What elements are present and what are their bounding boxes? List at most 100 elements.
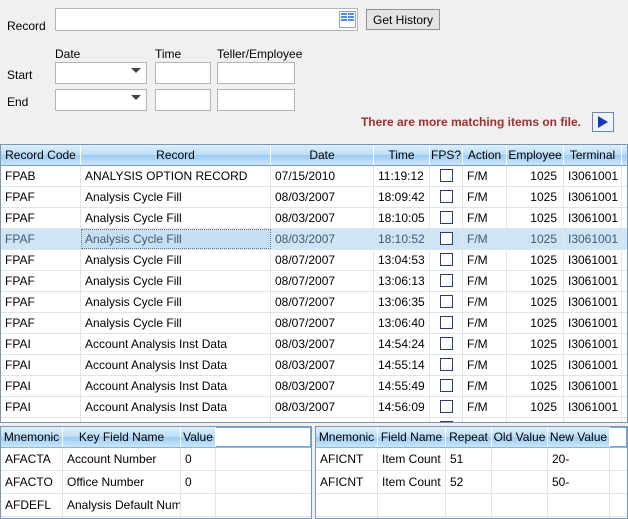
cell-code[interactable]: FPAF	[1, 208, 81, 228]
column-header-action[interactable]: Action	[463, 145, 507, 165]
cell-record[interactable]: ANALYSIS OPTION RECORD	[81, 166, 271, 186]
cell-code[interactable]: FPAB	[1, 166, 81, 186]
cell-record[interactable]: Account Analysis Inst Data	[81, 397, 271, 417]
cell-code[interactable]: FPAF	[1, 187, 81, 207]
cell-terminal[interactable]: I3061001	[564, 166, 622, 186]
key-cell-extra[interactable]	[216, 448, 311, 470]
change-row[interactable]: AFICNT Item Count 51 20-	[316, 448, 627, 471]
key-cell-mnemonic[interactable]: AFDEFL	[1, 494, 63, 516]
fps-checkbox[interactable]	[439, 295, 453, 308]
cell-action[interactable]: F/M	[463, 208, 507, 228]
change-cell-repeat[interactable]: 51	[446, 448, 492, 470]
cell-date[interactable]: 08/07/2007	[271, 313, 374, 333]
fps-checkbox[interactable]	[439, 316, 453, 329]
change-cell-repeat[interactable]	[446, 494, 492, 516]
cell-time[interactable]: 14:56:59	[374, 418, 430, 422]
change-cell-old[interactable]	[492, 494, 548, 516]
cell-extra[interactable]	[622, 187, 627, 207]
cell-fps[interactable]	[430, 355, 463, 375]
cell-action[interactable]: F/M	[463, 187, 507, 207]
cell-fps[interactable]	[430, 397, 463, 417]
cell-action[interactable]: F/M	[463, 397, 507, 417]
key-cell-mnemonic[interactable]: AFACTA	[1, 448, 63, 470]
cell-record[interactable]: Analysis Cycle Fill	[81, 313, 271, 333]
cell-date[interactable]: 08/03/2007	[271, 187, 374, 207]
cell-employee[interactable]: 1025	[507, 208, 564, 228]
get-history-button[interactable]: Get History	[366, 9, 440, 30]
change-cell-extra[interactable]	[610, 494, 627, 516]
fps-checkbox[interactable]	[439, 211, 453, 224]
cell-fps[interactable]	[430, 208, 463, 228]
cell-extra[interactable]	[622, 208, 627, 228]
change-cell-new[interactable]: 50-	[548, 471, 610, 493]
key-fields-grid[interactable]: Mnemonic Key Field Name Value AFACTA Accoun…	[0, 426, 312, 519]
cell-time[interactable]: 13:06:40	[374, 313, 430, 333]
cell-employee[interactable]: 1025	[507, 376, 564, 396]
cell-time[interactable]: 18:10:05	[374, 208, 430, 228]
column-header-record[interactable]: Record	[81, 145, 271, 165]
start-teller-input[interactable]	[217, 62, 295, 84]
cell-record[interactable]: Account Analysis Inst Data	[81, 355, 271, 375]
changed-fields-grid[interactable]: Mnemonic Field Name Repeat Old Value New Val…	[315, 426, 628, 519]
cell-time[interactable]: 18:10:52	[374, 229, 430, 249]
key-cell-value[interactable]: 0	[181, 471, 216, 493]
cell-code[interactable]: FPAI	[1, 334, 81, 354]
fps-checkbox[interactable]	[439, 379, 453, 392]
column-header-record-code[interactable]: Record Code	[1, 145, 81, 165]
table-row[interactable]: FPAIAccount Analysis Inst Data08/03/2007…	[1, 397, 627, 418]
cell-terminal[interactable]: I3061001	[564, 250, 622, 270]
key-row[interactable]: AFDEFL Analysis Default Num	[1, 494, 311, 517]
cell-time[interactable]: 13:04:53	[374, 250, 430, 270]
fps-checkbox[interactable]	[439, 190, 453, 203]
cell-employee[interactable]: 1025	[507, 292, 564, 312]
table-row[interactable]: FPAF Analysis Cycle Fill 08/07/2007 13:06:1…	[1, 271, 627, 292]
table-row[interactable]: FPAF Analysis Cycle Fill 08/07/2007 13:04:5…	[1, 250, 627, 271]
column-header-terminal[interactable]: Terminal	[564, 145, 622, 165]
cell-action[interactable]: F/M	[463, 313, 507, 333]
key-header-mnemonic[interactable]: Mnemonic	[1, 427, 63, 447]
cell-date[interactable]: 08/03/2007	[271, 376, 374, 396]
cell-action[interactable]: F/M	[463, 355, 507, 375]
fps-checkbox[interactable]	[439, 169, 453, 182]
cell-extra[interactable]	[622, 334, 627, 354]
change-cell-extra[interactable]	[610, 448, 627, 470]
cell-terminal[interactable]: I3061001	[564, 397, 622, 417]
cell-time[interactable]: 11:19:12	[374, 166, 430, 186]
cell-record[interactable]: Analysis Cycle Fill	[81, 208, 271, 228]
cell-terminal[interactable]: I3061001	[564, 271, 622, 291]
cell-time[interactable]: 14:55:14	[374, 355, 430, 375]
cell-code[interactable]: FPAF	[1, 271, 81, 291]
cell-code[interactable]: FPAI	[1, 397, 81, 417]
key-row[interactable]: AFACTO Office Number 0	[1, 471, 311, 494]
cell-fps[interactable]	[430, 376, 463, 396]
cell-date[interactable]: 08/03/2007	[271, 208, 374, 228]
cell-record[interactable]: Analysis Cycle Fill	[81, 292, 271, 312]
cell-date[interactable]: 08/03/2007	[271, 418, 374, 422]
cell-date[interactable]: 08/03/2007	[271, 355, 374, 375]
cell-extra[interactable]	[622, 397, 627, 417]
fps-checkbox[interactable]	[439, 421, 453, 422]
fps-checkbox[interactable]	[439, 253, 453, 266]
fps-checkbox[interactable]	[439, 358, 453, 371]
cell-action[interactable]: F/M	[463, 418, 507, 422]
cell-fps[interactable]	[430, 292, 463, 312]
fps-checkbox[interactable]	[439, 400, 453, 413]
cell-employee[interactable]: 1025	[507, 166, 564, 186]
change-cell-new[interactable]	[548, 494, 610, 516]
cell-record[interactable]: Account Analysis Inst Data	[81, 334, 271, 354]
cell-date[interactable]: 08/07/2007	[271, 292, 374, 312]
cell-date[interactable]: 08/03/2007	[271, 334, 374, 354]
cell-action[interactable]: F/M	[463, 229, 507, 249]
key-header-value[interactable]: Value	[181, 427, 216, 447]
cell-terminal[interactable]: I3061001	[564, 334, 622, 354]
table-row[interactable]: FPAB ANALYSIS OPTION RECORD 07/15/2010 11:1…	[1, 166, 627, 187]
table-row[interactable]: FPAIAccount Analysis Inst Data08/03/2007…	[1, 355, 627, 376]
cell-fps[interactable]	[430, 166, 463, 186]
change-cell-mnemonic[interactable]: AFICNT	[316, 471, 378, 493]
change-cell-mnemonic[interactable]	[316, 494, 378, 516]
end-time-input[interactable]	[155, 89, 211, 111]
cell-date[interactable]: 08/07/2007	[271, 271, 374, 291]
cell-code[interactable]: FPAI	[1, 418, 81, 422]
column-header-fps-[interactable]: FPS?	[430, 145, 463, 165]
table-row[interactable]: FPAF Analysis Cycle Fill 08/07/2007 13:06:4…	[1, 313, 627, 334]
